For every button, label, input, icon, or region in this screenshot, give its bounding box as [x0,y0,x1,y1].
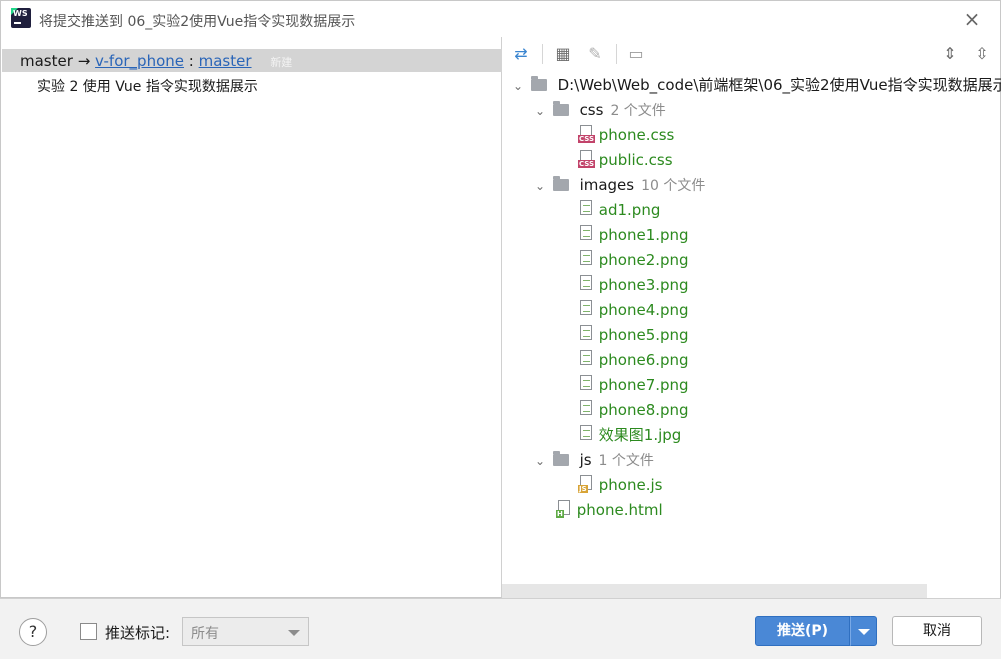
folder-icon [552,451,569,466]
title-bar: WS 将提交推送到 06_实验2使用Vue指令实现数据展示 × [0,0,1001,38]
tree-file[interactable]: phone2.png [578,248,689,272]
commit-list-pane: master → v-for_phone : master 新建 实验 2 使用… [0,37,502,598]
chevron-down-icon[interactable]: ⌄ [532,449,548,473]
image-file-icon [578,425,594,443]
folder-icon [552,101,569,116]
branch-separator: : [188,52,194,70]
tree-file[interactable]: phone5.png [578,323,689,347]
html-file-icon: H [556,500,572,518]
arrow: → [77,52,91,70]
tree-file[interactable]: phone4.png [578,298,689,322]
tree-file[interactable]: phone1.png [578,223,689,247]
tree-file[interactable]: phone7.png [578,373,689,397]
close-icon[interactable]: × [963,9,981,29]
dialog-footer: ? 推送标记: 所有 推送(P) 取消 [0,598,1001,659]
tree-file[interactable]: JS phone.js [578,473,662,497]
tree-file[interactable]: phone8.png [578,398,689,422]
image-file-icon [578,350,594,368]
webstorm-icon: WS [11,8,31,28]
image-file-icon [578,400,594,418]
horizontal-scrollbar[interactable] [502,584,927,598]
cancel-button[interactable]: 取消 [892,616,982,646]
push-dropdown-button[interactable] [850,616,877,646]
preview-icon[interactable]: ▭ [625,43,647,65]
chevron-down-icon [858,629,870,635]
folder-icon [530,76,547,91]
chevron-down-icon [288,630,300,636]
push-tags-checkbox[interactable] [80,623,97,640]
tags-select[interactable]: 所有 [182,617,309,646]
image-file-icon [578,225,594,243]
target-branch-link[interactable]: master [199,52,252,70]
push-tags-label: 推送标记: [105,624,171,642]
image-file-icon [578,300,594,318]
image-file-icon [578,200,594,218]
tree-file[interactable]: CSS public.css [578,148,673,172]
tree-file[interactable]: phone3.png [578,273,689,297]
compare-icon[interactable]: ⇄ [510,43,532,65]
image-file-icon [578,250,594,268]
js-file-icon: JS [578,475,594,493]
folder-icon [552,176,569,191]
expand-all-icon[interactable]: ⇕ [939,43,961,65]
file-tree: ⌄ D:\Web\Web_code\前端框架\06_实验2使用Vue指令实现数据… [502,73,1001,583]
local-branch: master [20,52,73,70]
changes-toolbar: ⇄ ▦ ✎ ▭ ⇕ ⇳ [502,37,1001,71]
help-button[interactable]: ? [19,618,47,646]
image-file-icon [578,325,594,343]
tree-file[interactable]: ad1.png [578,198,660,222]
tree-file[interactable]: CSS phone.css [578,123,674,147]
image-file-icon [578,375,594,393]
branch-row[interactable]: master → v-for_phone : master 新建 [2,49,502,72]
commit-item[interactable]: 实验 2 使用 Vue 指令实现数据展示 [37,76,258,96]
tree-folder-images[interactable]: ⌄ images 10 个文件 [532,173,705,197]
new-badge: 新建 [270,56,293,69]
tree-folder-css[interactable]: ⌄ css 2 个文件 [532,98,666,122]
edit-icon[interactable]: ✎ [584,43,606,65]
image-file-icon [578,275,594,293]
push-button[interactable]: 推送(P) [755,616,850,646]
css-file-icon: CSS [578,150,596,168]
tree-file[interactable]: 效果图1.jpg [578,423,681,447]
tree-file[interactable]: phone6.png [578,348,689,372]
chevron-down-icon[interactable]: ⌄ [532,174,548,198]
chevron-down-icon[interactable]: ⌄ [510,74,526,98]
tree-root[interactable]: ⌄ D:\Web\Web_code\前端框架\06_实验2使用Vue指令实现数据… [510,73,1001,97]
tree-folder-js[interactable]: ⌄ js 1 个文件 [532,448,654,472]
css-file-icon: CSS [578,125,596,143]
group-by-icon[interactable]: ▦ [552,43,574,65]
window-title: 将提交推送到 06_实验2使用Vue指令实现数据展示 [39,14,356,30]
remote-link[interactable]: v-for_phone [95,52,184,70]
tree-file[interactable]: H phone.html [556,498,663,522]
collapse-all-icon[interactable]: ⇳ [971,43,993,65]
chevron-down-icon[interactable]: ⌄ [532,99,548,123]
changes-pane: ⇄ ▦ ✎ ▭ ⇕ ⇳ ⌄ D:\Web\Web_code\前端框架\06_实验… [502,37,1001,598]
